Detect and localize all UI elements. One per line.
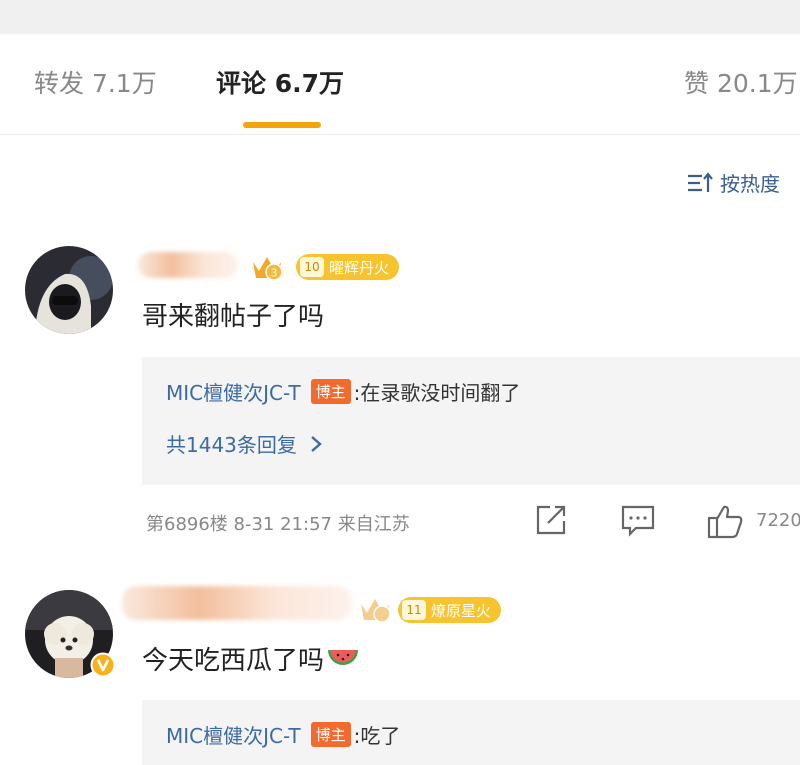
comment-text: 今天吃西瓜了吗 bbox=[142, 640, 360, 677]
more-replies-link[interactable]: 共1443条回复 bbox=[166, 429, 325, 458]
chevron-right-icon bbox=[311, 435, 322, 452]
like-icon[interactable] bbox=[706, 503, 744, 539]
crown-icon: 3 bbox=[253, 257, 283, 281]
username-blurred[interactable] bbox=[138, 252, 238, 278]
fan-badge: 11 燎原星火 bbox=[398, 597, 502, 623]
sort-label: 按热度 bbox=[720, 172, 780, 196]
sort-icon bbox=[688, 171, 713, 192]
host-badge: 博主 bbox=[310, 379, 351, 404]
reply-text: :吃了 bbox=[353, 724, 401, 748]
host-badge: 博主 bbox=[310, 722, 351, 747]
crown-icon bbox=[361, 599, 391, 623]
tab-likes[interactable]: 赞 20.1万 bbox=[684, 64, 798, 100]
reply-author[interactable]: MIC檀健次JC-T bbox=[166, 377, 301, 406]
reply-item: MIC檀健次JC-T 博主 :吃了 bbox=[166, 720, 400, 749]
watermelon-emoji bbox=[328, 649, 359, 665]
reply-box[interactable]: MIC檀健次JC-T 博主 :在录歌没时间翻了 共1443条回复 bbox=[142, 357, 800, 485]
reply-box[interactable]: MIC檀健次JC-T 博主 :吃了 bbox=[142, 700, 800, 765]
avatar[interactable] bbox=[25, 246, 113, 334]
more-replies-label: 共1443条回复 bbox=[166, 433, 297, 457]
comment-text: 哥来翻帖子了吗 bbox=[142, 302, 325, 332]
fan-badge-label: 曜辉丹火 bbox=[329, 258, 390, 277]
top-band bbox=[0, 0, 800, 34]
tab-repost[interactable]: 转发 7.1万 bbox=[34, 64, 157, 100]
fan-badge-label: 燎原星火 bbox=[431, 601, 492, 620]
comment-meta: 第6896楼 8-31 21:57 来自江苏 bbox=[146, 514, 410, 535]
verified-badge-icon bbox=[90, 652, 116, 678]
fan-level: 10 bbox=[300, 257, 324, 277]
username-blurred[interactable] bbox=[122, 586, 352, 620]
fan-level: 11 bbox=[402, 600, 426, 620]
share-icon[interactable] bbox=[534, 503, 568, 537]
tab-bar: 转发 7.1万 评论 6.7万 赞 20.1万 bbox=[0, 34, 800, 135]
reply-author[interactable]: MIC檀健次JC-T bbox=[166, 720, 301, 749]
active-tab-indicator bbox=[243, 122, 321, 128]
reply-text: :在录歌没时间翻了 bbox=[353, 381, 521, 405]
tab-comments[interactable]: 评论 6.7万 bbox=[216, 64, 344, 100]
fan-badge: 10 曜辉丹火 bbox=[296, 254, 400, 280]
like-count: 7220 bbox=[756, 510, 800, 531]
comment-icon[interactable] bbox=[620, 503, 656, 537]
sort-by-hot-button[interactable]: 按热度 bbox=[686, 168, 780, 197]
svg-text:3: 3 bbox=[271, 267, 278, 280]
reply-item: MIC檀健次JC-T 博主 :在录歌没时间翻了 bbox=[166, 377, 520, 406]
